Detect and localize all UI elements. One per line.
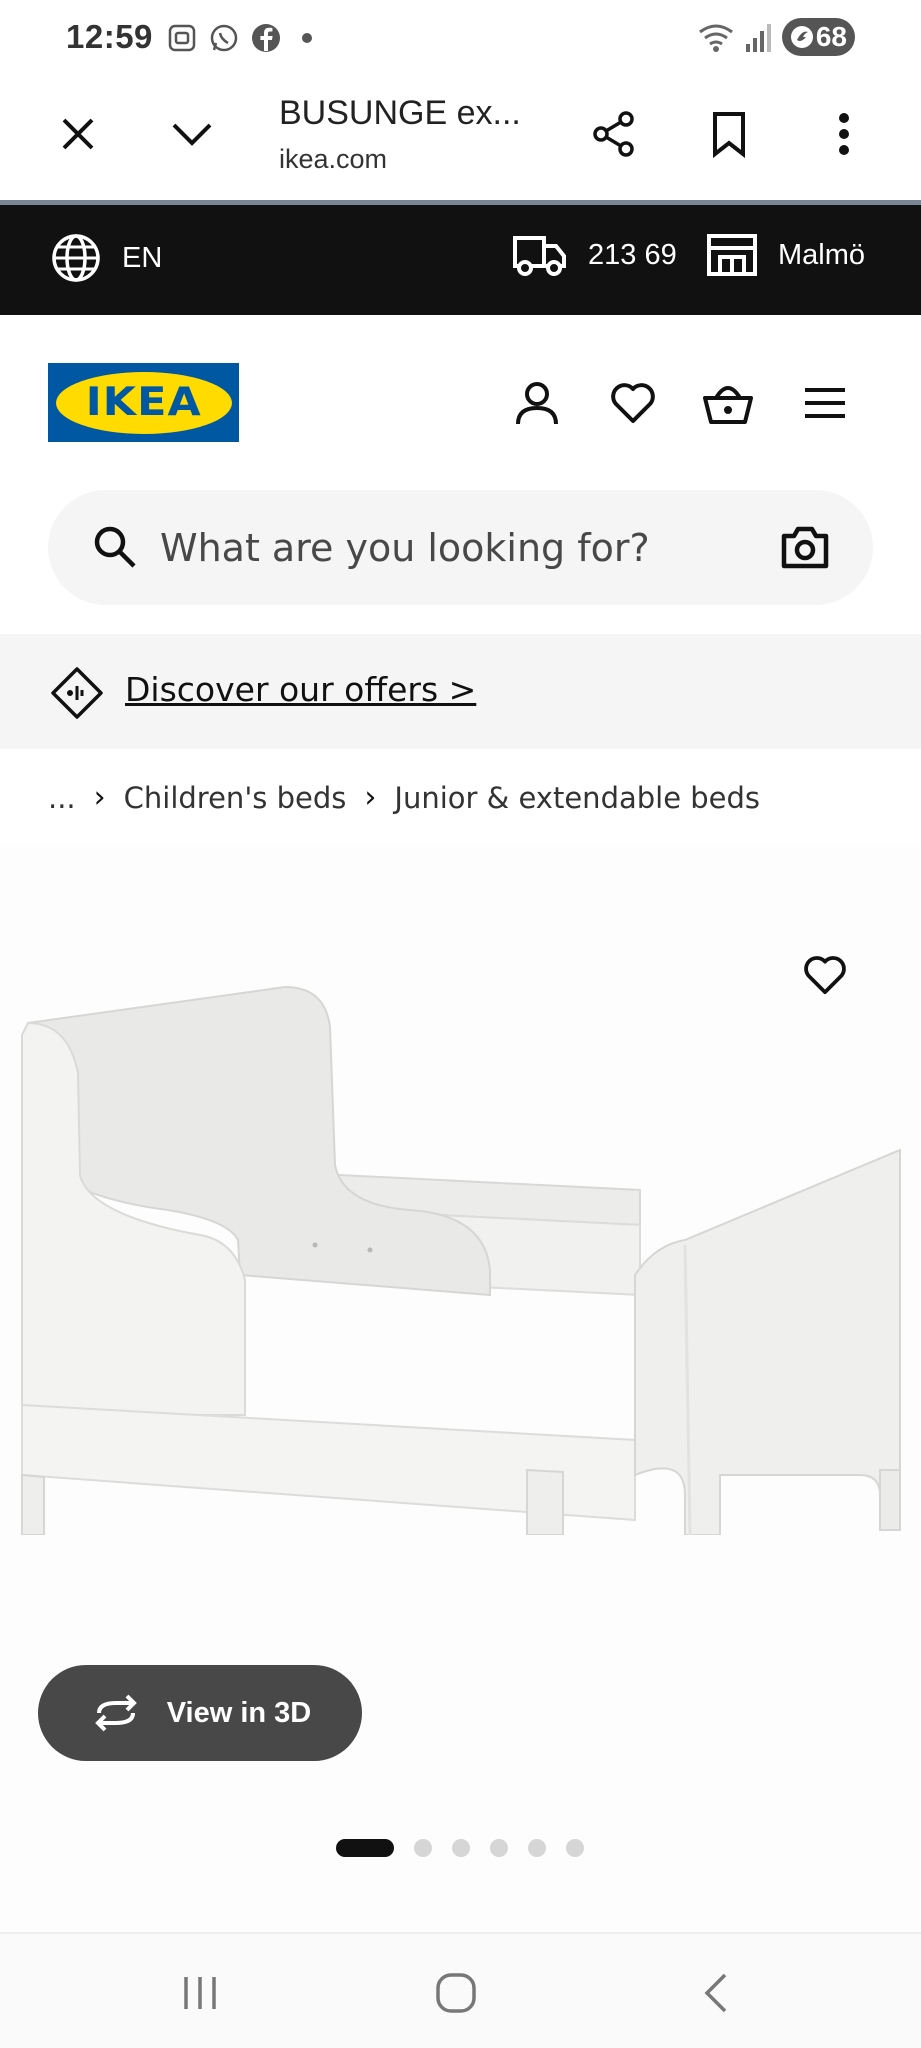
back-button[interactable] <box>686 1968 746 2018</box>
ikea-logo[interactable]: IKEA <box>48 363 239 442</box>
carousel-dot-2[interactable] <box>414 1839 432 1857</box>
share-icon <box>593 111 634 157</box>
system-navigation-bar <box>0 1932 921 2048</box>
wishlist-button[interactable] <box>603 373 663 433</box>
chevron-right-icon: › <box>93 780 106 815</box>
recent-apps-button[interactable] <box>170 1968 230 2018</box>
view-in-3d-button[interactable]: View in 3D <box>38 1665 362 1761</box>
close-icon <box>62 118 94 150</box>
breadcrumb-ellipsis[interactable]: ... <box>48 781 76 815</box>
home-icon <box>436 1973 476 2013</box>
facebook-icon <box>252 24 280 52</box>
bookmark-button[interactable] <box>701 106 757 162</box>
product-gallery: View in 3D <box>0 845 921 1930</box>
store-selector[interactable]: Malmö <box>706 232 865 278</box>
breadcrumb-item-childrens-beds[interactable]: Children's beds <box>124 781 347 815</box>
language-selector[interactable]: EN <box>50 232 162 284</box>
page-url: ikea.com <box>279 144 388 174</box>
whatsapp-icon <box>210 24 238 52</box>
share-button[interactable] <box>586 106 642 162</box>
home-button[interactable] <box>426 1968 486 2018</box>
carousel-dot-3[interactable] <box>452 1839 470 1857</box>
chevron-right-icon: › <box>364 780 377 815</box>
postal-code-label: 213 69 <box>588 238 677 271</box>
discover-offers-link[interactable]: Discover our offers > <box>125 670 476 709</box>
shopping-bag-icon <box>703 386 753 424</box>
minimize-tab-button[interactable] <box>164 106 220 162</box>
carousel-dot-6[interactable] <box>566 1839 584 1857</box>
browser-toolbar: BUSUNGE ex... ikea.com <box>0 78 921 200</box>
offers-banner: Discover our offers > <box>0 634 921 749</box>
delivery-truck-icon <box>513 236 566 276</box>
search-icon <box>94 526 136 568</box>
signal-icon <box>745 24 771 52</box>
battery-level: 68 <box>815 21 847 52</box>
wifi-icon <box>698 24 733 52</box>
user-icon <box>516 382 558 425</box>
language-label: EN <box>122 241 163 274</box>
account-button[interactable] <box>507 373 567 433</box>
status-time: 12:59 <box>66 18 153 55</box>
close-tab-button[interactable] <box>50 106 106 162</box>
cart-button[interactable] <box>698 373 758 433</box>
chevron-down-icon <box>172 123 212 146</box>
recent-apps-icon <box>184 1977 216 2009</box>
heart-icon <box>611 383 655 423</box>
search-bar[interactable] <box>48 490 873 605</box>
screenshot-icon <box>168 24 196 52</box>
logo-oval: IKEA <box>55 371 232 434</box>
site-header: IKEA <box>0 315 921 485</box>
logo-text: IKEA <box>85 380 202 425</box>
carousel-dot-1[interactable] <box>336 1839 394 1857</box>
rotate-3d-icon <box>94 1694 137 1732</box>
carousel-dot-4[interactable] <box>490 1839 508 1857</box>
bookmark-icon <box>713 112 745 158</box>
store-icon <box>707 234 757 276</box>
image-carousel-indicator <box>336 1839 584 1857</box>
camera-search-icon[interactable] <box>779 522 831 574</box>
search-input[interactable] <box>160 518 780 578</box>
page-title: BUSUNGE ex... <box>279 94 521 132</box>
main-menu-button[interactable] <box>795 373 855 433</box>
price-tag-icon <box>51 667 103 719</box>
hamburger-menu-icon <box>805 388 845 418</box>
store-label: Malmö <box>778 238 866 271</box>
battery-saver-icon <box>790 26 813 48</box>
utility-bar: EN 213 69 Malmö <box>0 205 921 315</box>
more-vertical-icon <box>839 113 849 155</box>
notification-icons <box>166 22 312 54</box>
breadcrumb: ... › Children's beds › Junior & extenda… <box>48 780 760 815</box>
status-bar: 12:59 68 <box>0 0 921 78</box>
breadcrumb-item-junior-extendable-beds[interactable]: Junior & extendable beds <box>394 781 760 815</box>
battery-indicator: 68 <box>781 18 855 56</box>
more-menu-button[interactable] <box>816 106 872 162</box>
postal-code-selector[interactable]: 213 69 <box>512 232 677 278</box>
product-image-bed[interactable] <box>0 975 921 1535</box>
back-icon <box>704 1973 727 2013</box>
more-notifications-dot <box>302 33 312 43</box>
carousel-dot-5[interactable] <box>528 1839 546 1857</box>
globe-icon <box>52 234 100 282</box>
view-in-3d-label: View in 3D <box>166 1696 312 1729</box>
